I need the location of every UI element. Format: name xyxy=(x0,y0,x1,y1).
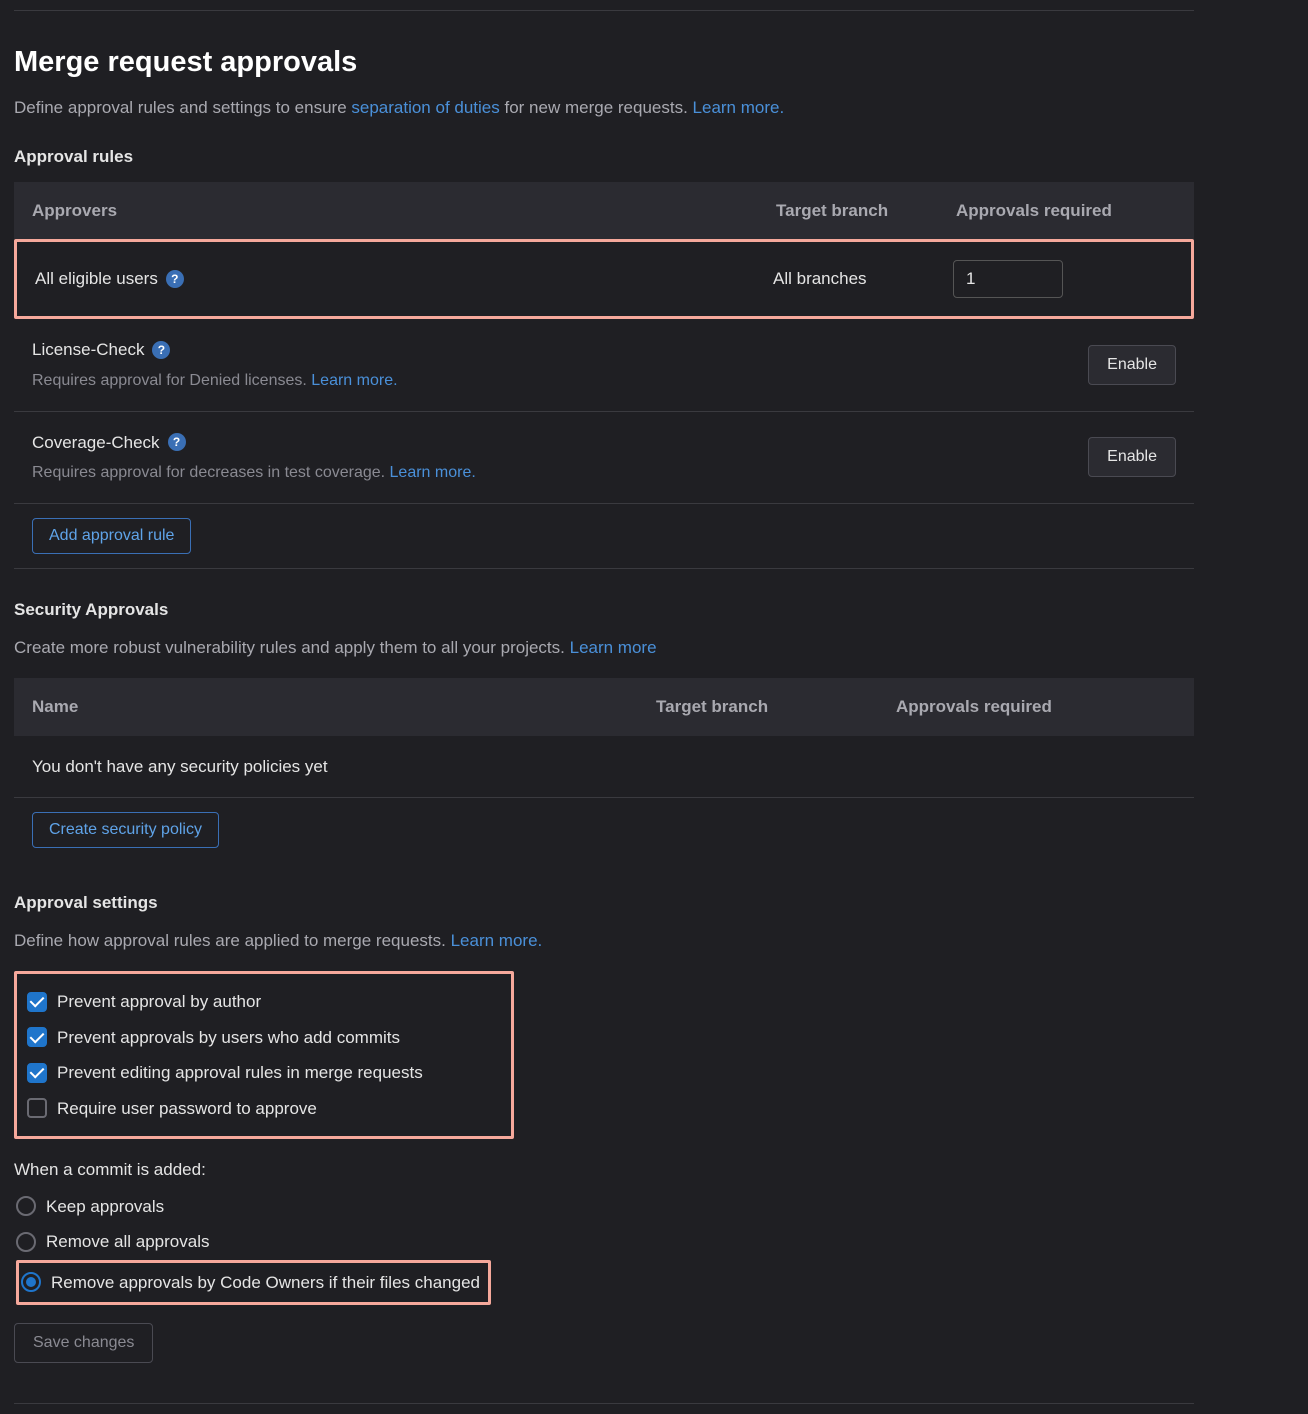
approval-settings-label: Approval settings xyxy=(14,890,1194,916)
checkbox-icon[interactable] xyxy=(27,1027,47,1047)
security-subtitle: Create more robust vulnerability rules a… xyxy=(14,635,1194,661)
learn-more-link[interactable]: Learn more. xyxy=(451,931,543,950)
add-approval-rule-button[interactable]: Add approval rule xyxy=(32,518,191,554)
radio-label: Remove approvals by Code Owners if their… xyxy=(51,1270,480,1296)
help-icon[interactable]: ? xyxy=(168,433,186,451)
subtitle-text: Define approval rules and settings to en… xyxy=(14,98,351,117)
checkbox-item[interactable]: Require user password to approve xyxy=(27,1091,453,1127)
approval-rules-table: Approvers Target branch Approvals requir… xyxy=(14,182,1194,570)
radio-label: Remove all approvals xyxy=(46,1229,209,1255)
checkbox-icon[interactable] xyxy=(27,1098,47,1118)
create-security-policy-button[interactable]: Create security policy xyxy=(32,812,219,848)
col-target-branch: Target branch xyxy=(656,694,896,720)
learn-more-link[interactable]: Learn more. xyxy=(390,464,476,481)
approval-rule-row: License-Check ? Requires approval for De… xyxy=(14,319,1194,412)
radio-item[interactable]: Remove all approvals xyxy=(16,1224,1194,1260)
security-approvals-label: Security Approvals xyxy=(14,597,1194,623)
checkbox-label: Prevent approvals by users who add commi… xyxy=(57,1025,400,1051)
approval-rules-label: Approval rules xyxy=(14,144,1194,170)
page-subtitle: Define approval rules and settings to en… xyxy=(14,95,1194,121)
learn-more-link[interactable]: Learn more. xyxy=(693,98,785,117)
page-title: Merge request approvals xyxy=(14,41,1194,85)
checkbox-item[interactable]: Prevent approvals by users who add commi… xyxy=(27,1020,453,1056)
approval-rule-row: All eligible users ? All branches xyxy=(14,239,1194,319)
subtitle-text: Create more robust vulnerability rules a… xyxy=(14,638,570,657)
empty-state: You don't have any security policies yet xyxy=(14,736,1194,799)
radio-icon[interactable] xyxy=(16,1232,36,1252)
settings-subtitle: Define how approval rules are applied to… xyxy=(14,928,1194,954)
table-header: Name Target branch Approvals required xyxy=(14,678,1194,736)
checkbox-item[interactable]: Prevent editing approval rules in merge … xyxy=(27,1055,453,1091)
security-table: Name Target branch Approvals required Yo… xyxy=(14,678,1194,862)
subtitle-text: for new merge requests. xyxy=(500,98,693,117)
radio-icon[interactable] xyxy=(21,1272,41,1292)
create-policy-row: Create security policy xyxy=(14,798,1194,862)
approvals-required-input[interactable] xyxy=(953,260,1063,298)
radio-label: Keep approvals xyxy=(46,1194,164,1220)
save-changes-button[interactable]: Save changes xyxy=(14,1323,153,1363)
enable-button[interactable]: Enable xyxy=(1088,437,1176,477)
rule-description: Requires approval for Denied licenses. xyxy=(32,372,311,389)
subtitle-text: Define how approval rules are applied to… xyxy=(14,931,451,950)
col-approvals-required: Approvals required xyxy=(956,198,1176,224)
checkbox-item[interactable]: Prevent approval by author xyxy=(27,984,453,1020)
commit-added-label: When a commit is added: xyxy=(14,1157,1194,1183)
help-icon[interactable]: ? xyxy=(166,270,184,288)
checkbox-icon[interactable] xyxy=(27,1063,47,1083)
radio-item[interactable]: Remove approvals by Code Owners if their… xyxy=(21,1265,480,1301)
rule-branch: All branches xyxy=(773,266,953,292)
checkbox-label: Prevent editing approval rules in merge … xyxy=(57,1060,423,1086)
divider xyxy=(14,1403,1194,1404)
radio-item[interactable]: Keep approvals xyxy=(16,1189,1194,1225)
col-name: Name xyxy=(32,694,656,720)
rule-name: All eligible users xyxy=(35,266,158,292)
add-rule-row: Add approval rule xyxy=(14,504,1194,569)
radio-highlight: Remove approvals by Code Owners if their… xyxy=(16,1260,491,1306)
checkbox-label: Require user password to approve xyxy=(57,1096,317,1122)
table-header: Approvers Target branch Approvals requir… xyxy=(14,182,1194,240)
enable-button[interactable]: Enable xyxy=(1088,345,1176,385)
learn-more-link[interactable]: Learn more xyxy=(570,638,657,657)
rule-description: Requires approval for decreases in test … xyxy=(32,464,390,481)
col-target-branch: Target branch xyxy=(776,198,956,224)
radio-icon[interactable] xyxy=(16,1196,36,1216)
rule-name: License-Check xyxy=(32,337,144,363)
approval-rule-row: Coverage-Check ? Requires approval for d… xyxy=(14,412,1194,505)
checkbox-highlight: Prevent approval by author Prevent appro… xyxy=(14,971,514,1139)
checkbox-label: Prevent approval by author xyxy=(57,989,261,1015)
divider xyxy=(14,10,1194,11)
separation-of-duties-link[interactable]: separation of duties xyxy=(351,98,499,117)
checkbox-icon[interactable] xyxy=(27,992,47,1012)
checkbox-group: Prevent approval by author Prevent appro… xyxy=(21,978,459,1132)
learn-more-link[interactable]: Learn more. xyxy=(311,372,397,389)
col-approvers: Approvers xyxy=(32,198,776,224)
rule-name: Coverage-Check xyxy=(32,430,160,456)
help-icon[interactable]: ? xyxy=(152,341,170,359)
col-approvals-required: Approvals required xyxy=(896,694,1176,720)
radio-group: Keep approvals Remove all approvals Remo… xyxy=(14,1189,1194,1306)
